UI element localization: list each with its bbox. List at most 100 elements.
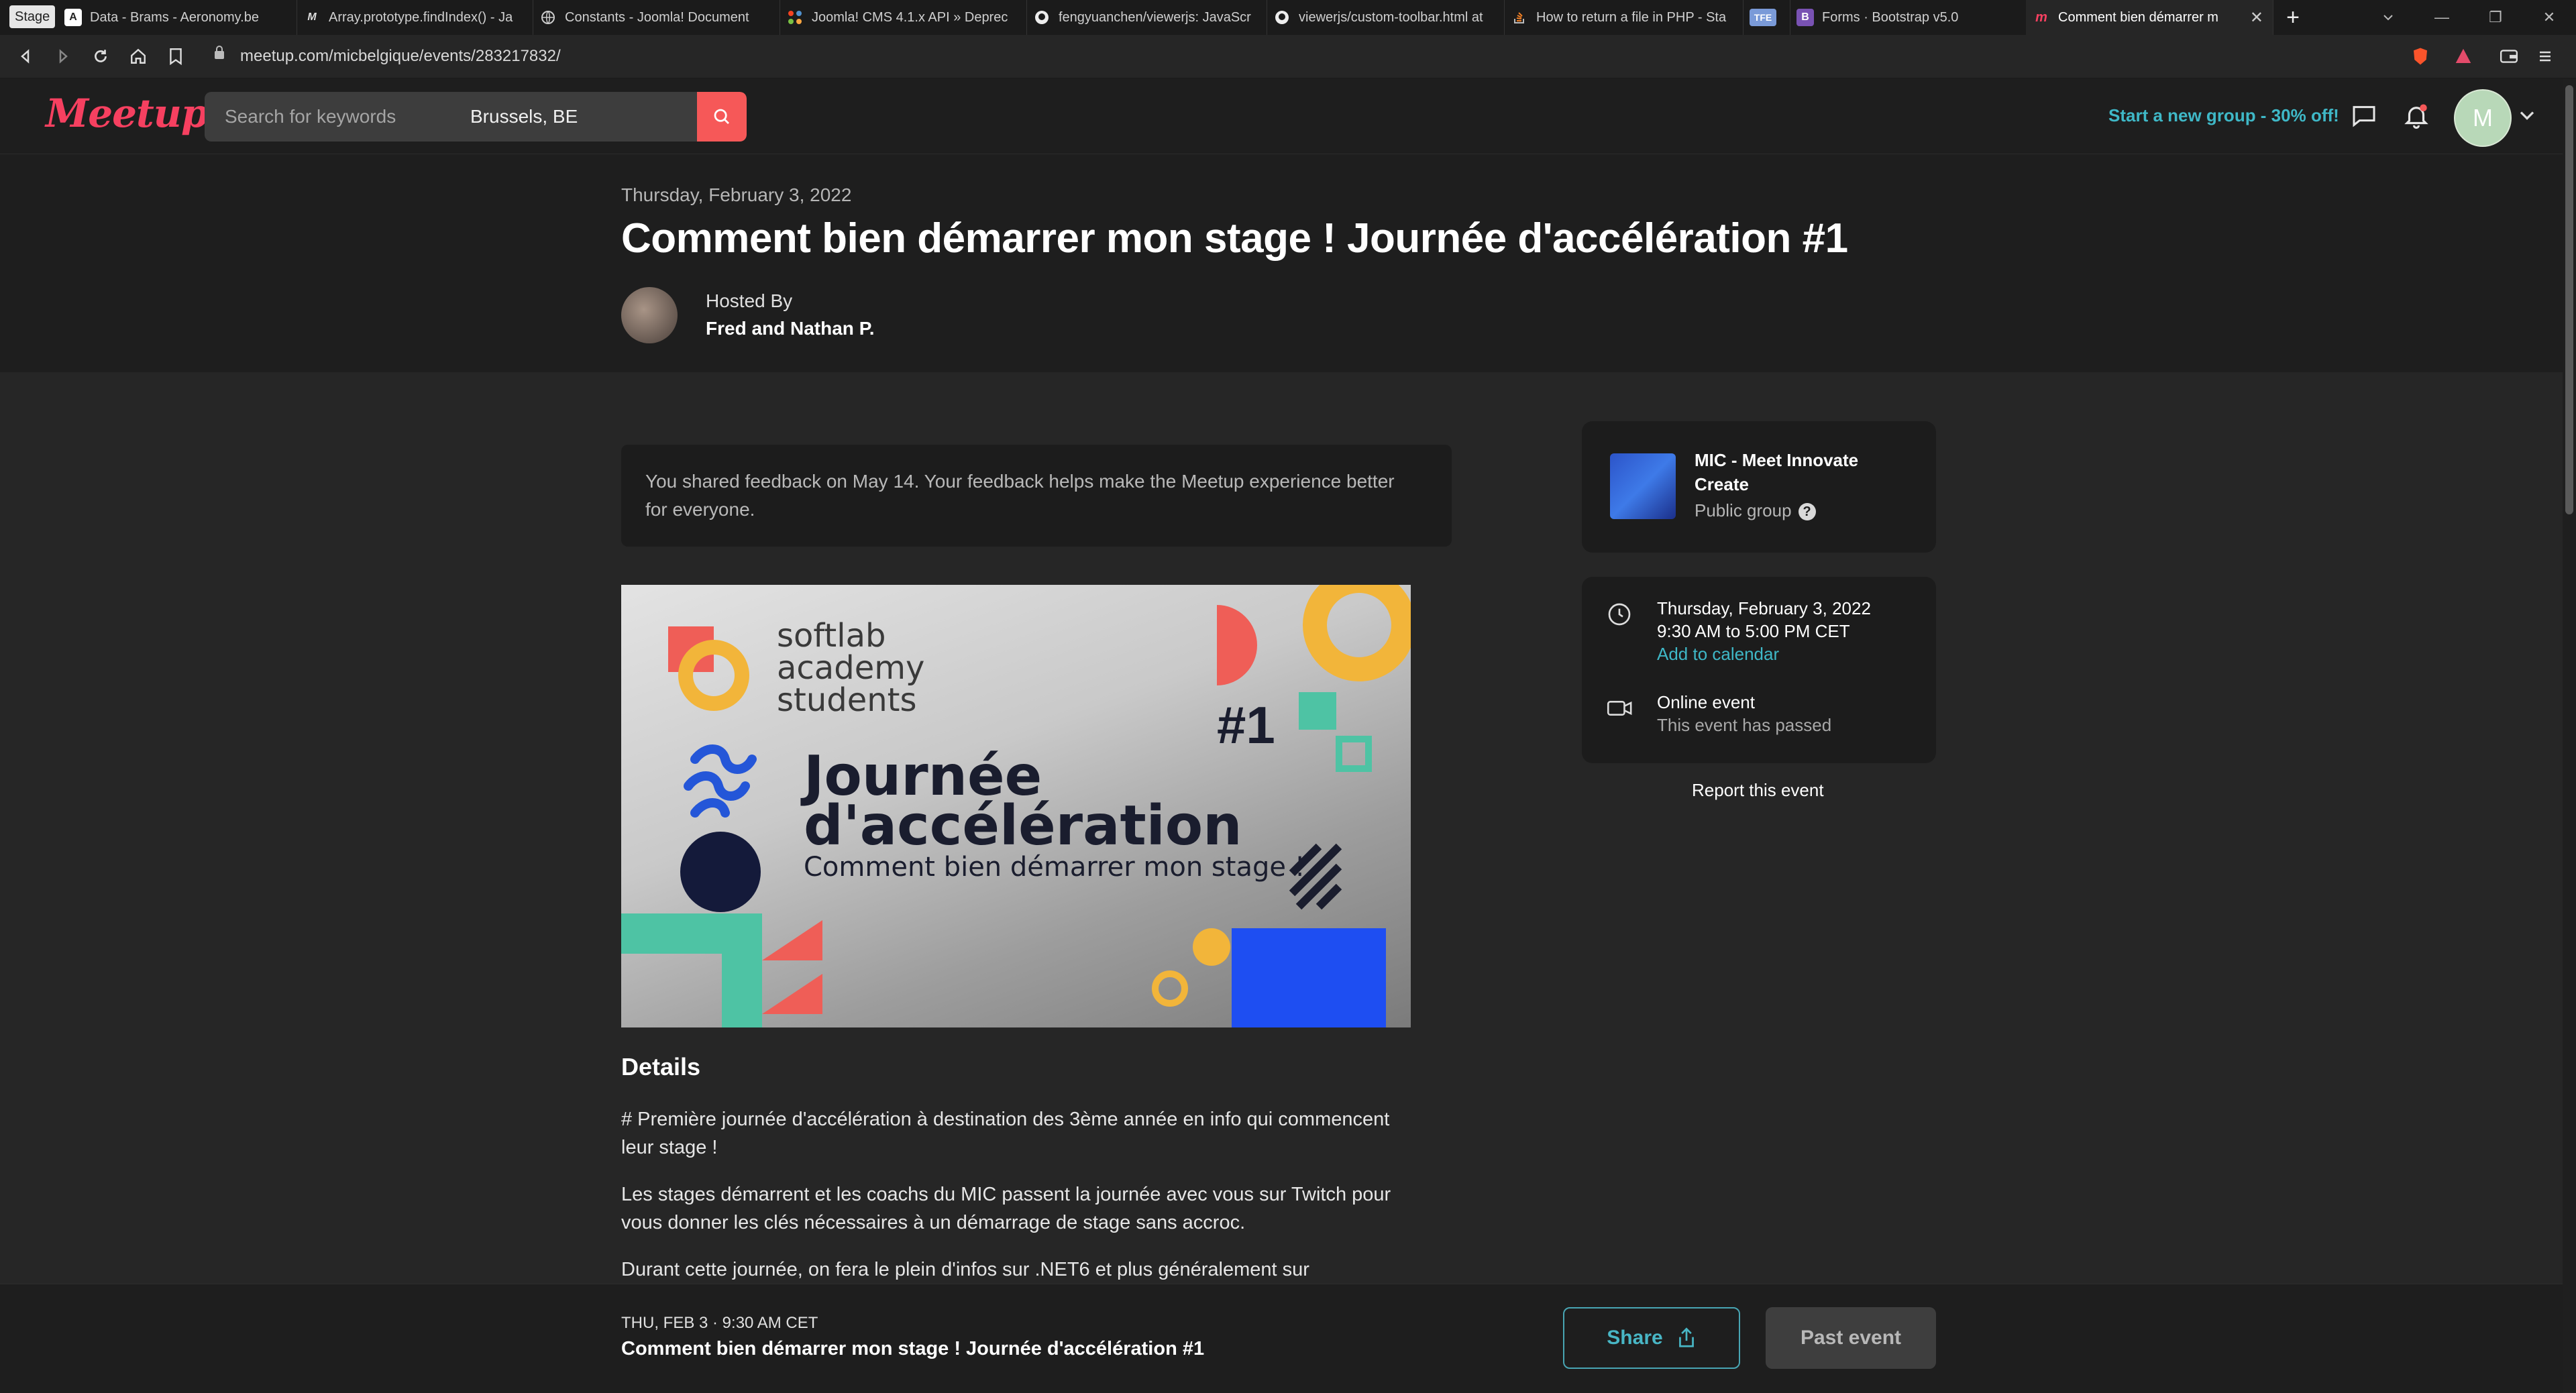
site-header: Meetup Search for keywords Brussels, BE … — [0, 78, 2563, 154]
address-bar: meetup.com/micbelgique/events/283217832/ — [0, 35, 2576, 78]
report-event-link[interactable]: Report this event — [1692, 780, 1824, 801]
browser-tab[interactable]: fengyuanchen/viewerjs: JavaScr — [1026, 0, 1267, 35]
scrollbar-thumb[interactable] — [2565, 85, 2573, 514]
tab-label: How to return a file in PHP - Sta — [1536, 9, 1727, 25]
banner-number: #1 — [1217, 695, 1275, 755]
tab-label: fengyuanchen/viewerjs: JavaScr — [1059, 9, 1251, 25]
past-event-button: Past event — [1766, 1307, 1936, 1369]
location-type: Online event — [1657, 692, 1755, 712]
host-avatar[interactable] — [621, 287, 678, 343]
search-icon — [714, 109, 729, 124]
wallet-icon[interactable] — [2494, 42, 2524, 71]
start-group-link[interactable]: Start a new group - 30% off! — [2108, 105, 2339, 126]
share-label: Share — [1607, 1327, 1663, 1349]
help-icon[interactable]: ? — [1798, 503, 1816, 521]
mdn-icon: M — [307, 11, 317, 23]
menu-icon[interactable] — [2530, 42, 2560, 71]
restore-button[interactable]: ❐ — [2469, 0, 2522, 35]
event-header: Thursday, February 3, 2022 Comment bien … — [0, 154, 2563, 372]
close-tab-icon[interactable]: ✕ — [2250, 8, 2263, 27]
new-tab-button[interactable]: + — [2266, 0, 2320, 35]
event-info-card: Thursday, February 3, 2022 9:30 AM to 5:… — [1582, 577, 1936, 763]
meetup-logo[interactable]: Meetup — [46, 91, 209, 136]
sticky-footer: THU, FEB 3 · 9:30 AM CET Comment bien dé… — [0, 1284, 2563, 1393]
aeronomy-icon: A — [64, 9, 82, 26]
tab-label: Constants - Joomla! Document — [565, 9, 749, 25]
browser-tab[interactable]: viewerjs/custom-toolbar.html at — [1267, 0, 1505, 35]
home-icon[interactable] — [123, 42, 153, 71]
event-status: This event has passed — [1657, 715, 1832, 735]
github-icon — [1033, 9, 1051, 26]
details-heading: Details — [621, 1053, 701, 1080]
info-date: Thursday, February 3, 2022 — [1657, 598, 1871, 618]
tab-label: viewerjs/custom-toolbar.html at — [1299, 9, 1483, 25]
video-camera-icon — [1607, 701, 1632, 716]
reload-icon[interactable] — [86, 42, 115, 71]
browser-tab[interactable]: M Array.prototype.findIndex() - Ja — [297, 0, 533, 35]
info-time: 9:30 AM to 5:00 PM CET — [1657, 621, 1850, 641]
back-icon[interactable] — [11, 42, 40, 71]
brave-rewards-icon[interactable] — [2449, 42, 2478, 71]
page-scrollbar[interactable] — [2563, 78, 2576, 1392]
details-paragraph: Les stages démarrent et les coachs du MI… — [621, 1184, 1391, 1233]
host-names[interactable]: Fred and Nathan P. — [706, 318, 875, 339]
hosted-by-label: Hosted By — [706, 290, 793, 311]
banner-heading-line2: d'accélération — [804, 794, 1242, 858]
minimize-button[interactable]: — — [2415, 0, 2469, 35]
group-type-label: Public group — [1695, 500, 1792, 520]
close-window-button[interactable]: ✕ — [2522, 0, 2576, 35]
group-type: Public group? — [1695, 500, 1816, 521]
search-input[interactable]: Search for keywords — [225, 92, 396, 142]
forward-icon[interactable] — [48, 42, 78, 71]
group-card[interactable]: MIC - Meet Innovate Create Public group? — [1582, 421, 1936, 553]
browser-tab[interactable]: Joomla! CMS 4.1.x API » Deprec — [780, 0, 1027, 35]
chevron-down-icon[interactable] — [2517, 105, 2537, 125]
tab-list-chevron-icon[interactable] — [2361, 0, 2415, 35]
browser-tab[interactable]: B Forms · Bootstrap v5.0 — [1790, 0, 2027, 35]
brave-shield-icon[interactable] — [2406, 42, 2435, 71]
tab-label: Forms · Bootstrap v5.0 — [1822, 9, 1959, 25]
bookmark-icon[interactable] — [161, 42, 191, 71]
details-paragraph: # Première journée d'accélération à dest… — [621, 1109, 1390, 1158]
add-to-calendar-link[interactable]: Add to calendar — [1657, 643, 1871, 665]
stackoverflow-icon — [1511, 9, 1528, 26]
search-bar: Search for keywords Brussels, BE — [205, 92, 747, 142]
messages-icon[interactable] — [2347, 99, 2381, 133]
notifications-icon[interactable] — [2399, 99, 2434, 133]
tab-label: TFE — [1754, 12, 1772, 23]
url-field[interactable]: meetup.com/micbelgique/events/283217832/ — [240, 43, 561, 70]
share-icon — [1678, 1327, 1694, 1347]
search-button[interactable] — [697, 92, 747, 142]
event-date: Thursday, February 3, 2022 — [621, 184, 852, 205]
banner-brand: softlab academy students — [777, 620, 924, 716]
location-input[interactable]: Brussels, BE — [470, 92, 578, 142]
footer-title: Comment bien démarrer mon stage ! Journé… — [621, 1338, 1205, 1359]
bootstrap-icon: B — [1796, 9, 1814, 26]
stage-badge: Stage — [9, 5, 56, 28]
tab-label: Array.prototype.findIndex() - Ja — [329, 9, 513, 25]
meetup-icon: m — [2035, 9, 2047, 25]
event-datetime: Thursday, February 3, 2022 9:30 AM to 5:… — [1657, 597, 1871, 665]
tfe-icon: TFE — [1750, 9, 1776, 26]
feedback-notice: You shared feedback on May 14. Your feed… — [621, 445, 1452, 547]
tab-label: Joomla! CMS 4.1.x API » Deprec — [812, 9, 1008, 25]
banner-subheading: Comment bien démarrer mon stage ! — [804, 852, 1305, 883]
details-paragraph: Durant cette journée, on fera le plein d… — [621, 1259, 1309, 1280]
clock-icon — [1608, 603, 1631, 626]
feedback-text: You shared feedback on May 14. Your feed… — [645, 471, 1395, 520]
browser-tab-active[interactable]: m Comment bien démarrer m ✕ — [2026, 0, 2273, 35]
browser-tab[interactable]: TFE — [1743, 0, 1790, 35]
share-button[interactable]: Share — [1563, 1307, 1740, 1369]
lock-icon — [215, 46, 224, 59]
avatar[interactable]: M — [2454, 89, 2512, 147]
event-banner-image: softlab academy students #1 Journée d'ac… — [621, 585, 1411, 1027]
browser-tab[interactable]: How to return a file in PHP - Sta — [1504, 0, 1743, 35]
browser-tab[interactable]: A Data - Brams - Aeronomy.be — [58, 0, 297, 35]
event-location: Online event This event has passed — [1657, 691, 1831, 736]
group-name[interactable]: MIC - Meet Innovate Create — [1695, 448, 1916, 496]
joomla-icon — [786, 9, 804, 26]
group-photo — [1610, 453, 1676, 519]
banner-brand-line: softlab — [777, 617, 886, 655]
browser-tab[interactable]: Constants - Joomla! Document — [533, 0, 780, 35]
page-title: Comment bien démarrer mon stage ! Journé… — [621, 215, 1848, 262]
